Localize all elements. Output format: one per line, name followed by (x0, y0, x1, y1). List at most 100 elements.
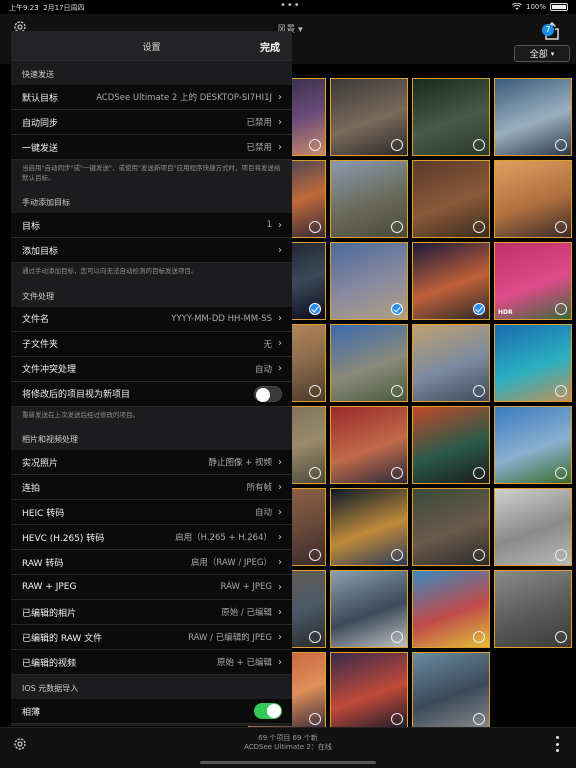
unchecked-circle-icon[interactable] (555, 221, 567, 233)
unchecked-circle-icon[interactable] (473, 549, 485, 561)
photo-thumbnail[interactable] (330, 652, 408, 730)
status-date: 2月17日周四 (43, 4, 85, 12)
photo-thumbnail[interactable] (494, 78, 572, 156)
filter-dropdown[interactable]: 全部 ▾ (514, 45, 570, 62)
unchecked-circle-icon[interactable] (473, 631, 485, 643)
unchecked-circle-icon[interactable] (555, 303, 567, 315)
unchecked-circle-icon[interactable] (309, 713, 321, 725)
settings-row[interactable]: 目标 1 › (11, 213, 292, 238)
settings-row[interactable]: 一键发送 已禁用 › (11, 135, 292, 160)
photo-thumbnail[interactable] (330, 324, 408, 402)
settings-row-value: RAW / 已编辑的 JPEG (188, 633, 272, 643)
settings-row[interactable]: 添加目标 › (11, 238, 292, 263)
settings-row[interactable]: 子文件夹 无 › (11, 331, 292, 357)
photo-thumbnail[interactable] (494, 324, 572, 402)
settings-row[interactable]: 已编辑的 RAW 文件 RAW / 已编辑的 JPEG › (11, 625, 292, 650)
photo-thumbnail[interactable] (330, 570, 408, 648)
toggle-switch[interactable] (254, 385, 282, 402)
unchecked-circle-icon[interactable] (473, 467, 485, 479)
settings-row[interactable]: HEVC (H.265) 转码 启用（H.265 + H.264） › (11, 525, 292, 550)
photo-thumbnail[interactable] (494, 406, 572, 484)
photo-thumbnail[interactable] (412, 652, 490, 730)
settings-row[interactable]: 文件冲突处理 自动 › (11, 356, 292, 382)
settings-row[interactable]: 实况照片 静止图像 + 视频 › (11, 450, 292, 475)
unchecked-circle-icon[interactable] (555, 385, 567, 397)
photo-thumbnail[interactable] (330, 406, 408, 484)
status-time: 上午9:23 2月17日周四 (9, 4, 85, 12)
unchecked-circle-icon[interactable] (555, 631, 567, 643)
unchecked-circle-icon[interactable] (391, 139, 403, 151)
photo-thumbnail[interactable] (330, 78, 408, 156)
photo-thumbnail[interactable] (412, 78, 490, 156)
checked-circle-icon[interactable] (473, 303, 485, 315)
settings-row[interactable]: RAW 转码 启用（RAW / JPEG） › (11, 550, 292, 575)
unchecked-circle-icon[interactable] (391, 467, 403, 479)
photo-thumbnail[interactable] (494, 488, 572, 566)
chevron-right-icon: › (278, 556, 282, 568)
photo-thumbnail[interactable] (412, 160, 490, 238)
section-footnote: 通过手动添加目标，您可以向无法自动检测的目标发送项目。 (11, 263, 292, 283)
chevron-right-icon: › (278, 481, 282, 493)
photo-thumbnail[interactable] (330, 160, 408, 238)
unchecked-circle-icon[interactable] (309, 549, 321, 561)
toggle-switch[interactable] (254, 703, 282, 719)
unchecked-circle-icon[interactable] (309, 221, 321, 233)
unchecked-circle-icon[interactable] (309, 467, 321, 479)
photo-thumbnail[interactable] (412, 488, 490, 566)
settings-row-label: 目标 (22, 221, 41, 232)
settings-row-label: 默认目标 (22, 93, 59, 104)
settings-row[interactable]: 连拍 所有帧 › (11, 475, 292, 500)
checked-circle-icon[interactable] (391, 303, 403, 315)
settings-row[interactable]: 已编辑的视频 原始 + 已编辑 › (11, 650, 292, 675)
settings-row[interactable]: 文件名 YYYY-MM-DD HH-MM-SS › (11, 306, 292, 332)
settings-row[interactable]: 已编辑的相片 原始 / 已编辑 › (11, 600, 292, 625)
unchecked-circle-icon[interactable] (309, 139, 321, 151)
settings-row-value: 自动 (254, 364, 272, 375)
settings-row-label: 连拍 (22, 483, 41, 494)
unchecked-circle-icon[interactable] (555, 467, 567, 479)
unchecked-circle-icon[interactable] (391, 221, 403, 233)
settings-row[interactable]: 相薄 (11, 699, 292, 724)
unchecked-circle-icon[interactable] (555, 549, 567, 561)
thumbnail-grid: HDR (248, 78, 576, 730)
photo-thumbnail[interactable] (412, 324, 490, 402)
photo-thumbnail[interactable]: HDR (494, 242, 572, 320)
unchecked-circle-icon[interactable] (473, 139, 485, 151)
more-options-icon[interactable] (554, 736, 560, 752)
settings-row-label: 文件名 (22, 315, 50, 325)
chevron-right-icon: › (278, 363, 282, 374)
photo-thumbnail[interactable] (412, 242, 490, 320)
settings-row-label: RAW + JPEG (22, 582, 77, 592)
photo-thumbnail[interactable] (494, 160, 572, 238)
unchecked-circle-icon[interactable] (391, 549, 403, 561)
settings-row[interactable]: 将修改后的项目视为新项目 (11, 381, 292, 407)
settings-row[interactable]: 自动同步 已禁用 › (11, 110, 292, 135)
settings-row-value: 1 (266, 220, 272, 230)
status-bar: 上午9:23 2月17日周四 ••• 100% (0, 0, 576, 14)
photo-thumbnail[interactable] (412, 406, 490, 484)
photo-thumbnail[interactable] (412, 570, 490, 648)
unchecked-circle-icon[interactable] (473, 713, 485, 725)
photo-thumbnail[interactable] (330, 488, 408, 566)
settings-row-value: 启用（RAW / JPEG） (190, 558, 272, 568)
unchecked-circle-icon[interactable] (555, 139, 567, 151)
settings-gear-icon[interactable] (12, 736, 28, 752)
unchecked-circle-icon[interactable] (391, 713, 403, 725)
settings-row[interactable]: RAW + JPEG RAW + JPEG › (11, 575, 292, 600)
unchecked-circle-icon[interactable] (391, 631, 403, 643)
settings-header: 设置 完成 (11, 31, 292, 61)
unchecked-circle-icon[interactable] (473, 221, 485, 233)
unchecked-circle-icon[interactable] (309, 385, 321, 397)
done-button[interactable]: 完成 (260, 39, 280, 54)
settings-row[interactable]: 默认目标 ACDSee Ultimate 2 上的 DESKTOP-SI7HI1J… (11, 85, 292, 110)
unchecked-circle-icon[interactable] (391, 385, 403, 397)
settings-row[interactable]: HEIC 转码 自动 › (11, 500, 292, 525)
photo-thumbnail[interactable] (494, 570, 572, 648)
checked-circle-icon[interactable] (309, 303, 321, 315)
photo-thumbnail[interactable] (330, 242, 408, 320)
unchecked-circle-icon[interactable] (473, 385, 485, 397)
multitasking-dots-icon[interactable]: ••• (280, 0, 301, 11)
chevron-right-icon: › (278, 581, 282, 593)
unchecked-circle-icon[interactable] (309, 631, 321, 643)
settings-row-label: 子文件夹 (22, 340, 59, 350)
